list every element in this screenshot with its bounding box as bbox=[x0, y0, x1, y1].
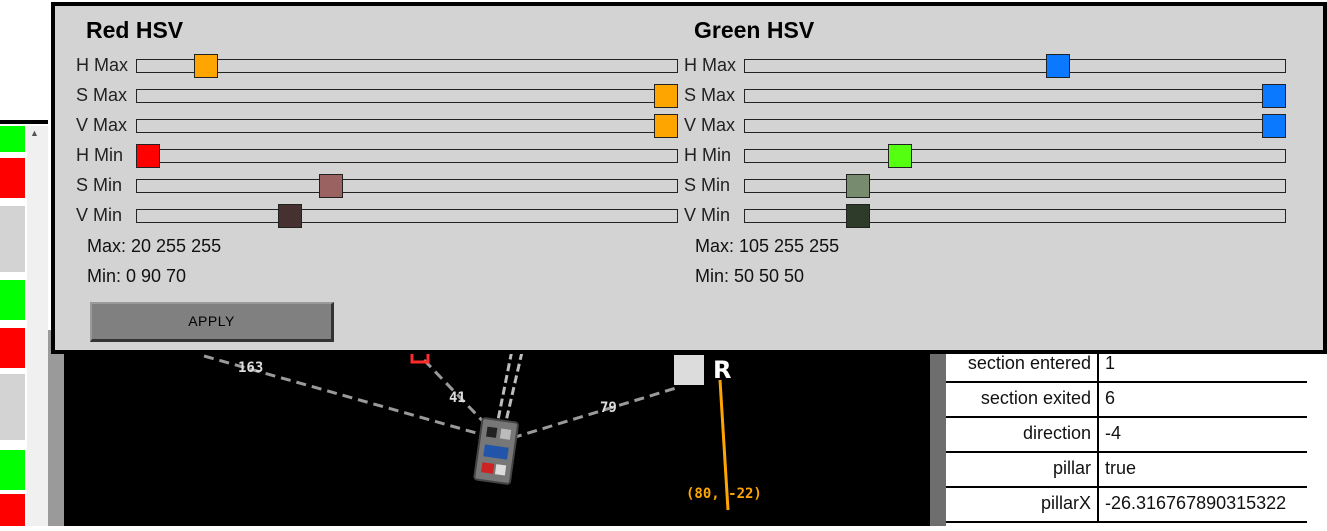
slider-track[interactable] bbox=[744, 209, 1286, 223]
slider-label: V Min bbox=[684, 205, 731, 225]
slider-thumb[interactable] bbox=[654, 114, 678, 138]
field-view: 163 41 79 R (80, -22) bbox=[64, 340, 930, 526]
robot-marker bbox=[473, 417, 519, 485]
scroll-up-icon[interactable]: ▲ bbox=[30, 128, 39, 138]
slider-label: H Min bbox=[76, 145, 124, 165]
telemetry-value: true bbox=[1105, 458, 1137, 478]
slider-label: H Max bbox=[76, 55, 129, 75]
apply-button[interactable]: APPLY bbox=[90, 302, 334, 342]
slider-label: S Max bbox=[684, 85, 736, 105]
max-readout: Max: 105 255 255 bbox=[695, 236, 840, 256]
status-indicator bbox=[0, 158, 25, 198]
telemetry-key: pillarX bbox=[1040, 493, 1091, 513]
slider-label: S Min bbox=[76, 175, 123, 195]
telemetry-row: section exited 6 bbox=[946, 381, 1307, 418]
slider-thumb[interactable] bbox=[845, 174, 870, 198]
telemetry-value: 6 bbox=[1105, 388, 1116, 408]
heading-ray-1 bbox=[494, 349, 514, 431]
distance-label: 41 bbox=[449, 390, 466, 406]
telemetry-value: -4 bbox=[1105, 423, 1122, 443]
slider-thumb[interactable] bbox=[845, 204, 870, 228]
group-title: Green HSV bbox=[694, 17, 815, 43]
slider-thumb[interactable] bbox=[1046, 54, 1071, 78]
slider-label: V Max bbox=[684, 115, 736, 135]
coordinate-label: (80, -22) bbox=[686, 486, 762, 502]
slider-track[interactable] bbox=[744, 89, 1286, 103]
slider-thumb[interactable] bbox=[136, 144, 160, 168]
telemetry-row: pillarX -26.316767890315322 bbox=[946, 486, 1307, 523]
heading-ray-2 bbox=[502, 351, 524, 431]
telemetry-row: pillar true bbox=[946, 451, 1307, 488]
slider-thumb[interactable] bbox=[1262, 114, 1286, 138]
telemetry-key: section exited bbox=[980, 388, 1091, 408]
scrollbar[interactable] bbox=[27, 126, 48, 526]
telemetry-row: direction -4 bbox=[946, 416, 1307, 453]
distance-ray-right bbox=[511, 386, 677, 440]
slider-track[interactable] bbox=[744, 179, 1286, 193]
telemetry-value: -26.316767890315322 bbox=[1105, 493, 1287, 513]
slider-label: V Max bbox=[76, 115, 128, 135]
hsv-tuning-panel: Red HSV H Max S Max V Max H Min S Min V Min Max… bbox=[51, 2, 1327, 354]
status-indicator bbox=[0, 126, 25, 152]
status-indicator bbox=[0, 328, 25, 368]
telemetry-key: direction bbox=[1022, 423, 1091, 443]
slider-thumb[interactable] bbox=[1262, 84, 1286, 108]
status-indicator bbox=[0, 280, 25, 320]
target-square bbox=[674, 355, 704, 385]
max-readout: Max: 20 255 255 bbox=[87, 236, 222, 256]
slider-thumb[interactable] bbox=[278, 204, 303, 228]
slider-thumb[interactable] bbox=[193, 54, 218, 78]
status-indicator bbox=[0, 206, 25, 272]
status-indicator bbox=[0, 374, 25, 440]
slider-track[interactable] bbox=[744, 149, 1286, 163]
slider-track[interactable] bbox=[136, 119, 678, 133]
slider-track[interactable] bbox=[744, 119, 1286, 133]
slider-label: V Min bbox=[76, 205, 123, 225]
slider-label: S Max bbox=[76, 85, 128, 105]
min-readout: Min: 50 50 50 bbox=[695, 266, 805, 286]
slider-thumb[interactable] bbox=[887, 144, 912, 168]
slider-track[interactable] bbox=[136, 179, 678, 193]
status-indicator bbox=[0, 494, 25, 526]
slider-track[interactable] bbox=[136, 89, 678, 103]
marker-label: R bbox=[713, 356, 732, 384]
field-svg bbox=[203, 348, 730, 511]
group-title: Red HSV bbox=[86, 17, 184, 43]
telemetry-key: pillar bbox=[1052, 458, 1091, 478]
slider-label: S Min bbox=[684, 175, 731, 195]
slider-label: H Min bbox=[684, 145, 732, 165]
slider-track[interactable] bbox=[744, 59, 1286, 73]
min-readout: Min: 0 90 70 bbox=[87, 266, 187, 286]
slider-thumb[interactable] bbox=[318, 174, 343, 198]
slider-track[interactable] bbox=[136, 149, 678, 163]
left-panel: ▲ bbox=[0, 0, 48, 526]
slider-track[interactable] bbox=[136, 209, 678, 223]
distance-label: 163 bbox=[238, 360, 264, 376]
distance-label: 79 bbox=[600, 400, 617, 416]
divider bbox=[0, 120, 48, 124]
slider-label: H Max bbox=[684, 55, 737, 75]
status-indicator bbox=[0, 450, 25, 490]
slider-thumb[interactable] bbox=[654, 84, 678, 108]
